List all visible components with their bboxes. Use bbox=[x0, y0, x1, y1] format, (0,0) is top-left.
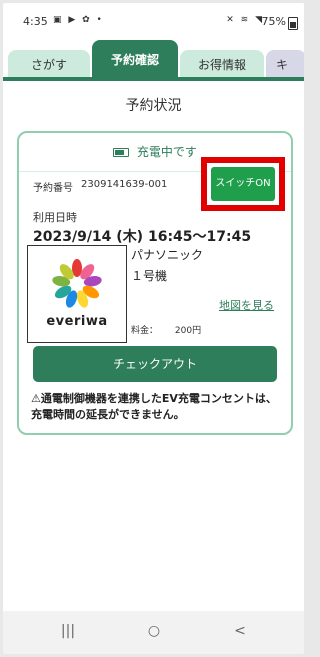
tab-reservation[interactable]: 予約確認 bbox=[92, 40, 178, 80]
signal-icons: ✕ ≋ ◥ bbox=[226, 15, 264, 25]
recent-apps-button[interactable]: ||| bbox=[53, 623, 83, 639]
status-bar: 4:35 ▣ ▶ ✿ • ✕ ≋ ◥ 75% bbox=[3, 3, 304, 39]
tab-search[interactable]: さがす bbox=[8, 50, 90, 80]
reservation-datetime: 2023/9/14 (木) 16:45～17:45 bbox=[33, 229, 252, 245]
tab-bar: さがす 予約確認 お得情報 キ bbox=[3, 40, 304, 80]
price-label: 料金： bbox=[131, 326, 159, 336]
status-time: 4:35 bbox=[23, 15, 48, 28]
reservation-number: 2309141639-001 bbox=[81, 179, 168, 190]
tab-underline bbox=[3, 77, 304, 81]
reservation-number-label: 予約番号 bbox=[33, 183, 73, 194]
charging-status-label: 充電中です bbox=[136, 145, 197, 159]
android-nav-bar: ||| ○ < bbox=[3, 611, 304, 654]
tab-deals[interactable]: お得情報 bbox=[180, 50, 264, 80]
view-map-link[interactable]: 地図を見る bbox=[219, 297, 274, 313]
tab-more-label: キ bbox=[276, 58, 289, 72]
everiwa-logo: everiwa bbox=[27, 245, 127, 343]
datetime-label: 利用日時 bbox=[33, 211, 77, 224]
logo-text: everiwa bbox=[46, 314, 108, 329]
everiwa-flower-icon bbox=[52, 259, 102, 308]
notification-icons: ▣ ▶ ✿ • bbox=[53, 15, 104, 25]
tab-more[interactable]: キ bbox=[266, 50, 304, 80]
switch-on-button[interactable]: スイッチON bbox=[211, 167, 275, 201]
checkout-button[interactable]: チェックアウト bbox=[33, 346, 277, 382]
price-row: 料金： 200円 bbox=[131, 323, 201, 336]
extension-warning: ⚠通電制御機器を連携したEV充電コンセントは、充電時間の延長ができません。 bbox=[31, 392, 277, 421]
phone-screen: 4:35 ▣ ▶ ✿ • ✕ ≋ ◥ 75% さがす 予約確認 お得情報 キ 予… bbox=[3, 3, 304, 654]
battery-percent: 75% bbox=[261, 15, 286, 28]
back-button[interactable]: < bbox=[225, 623, 255, 639]
charger-unit: １号機 bbox=[131, 269, 168, 283]
battery-icon bbox=[288, 17, 298, 30]
store-name: パナソニック bbox=[131, 248, 204, 262]
page-title: 予約状況 bbox=[125, 98, 182, 114]
battery-charging-icon bbox=[113, 148, 130, 157]
reservation-card: 充電中です 予約番号 2309141639-001 スイッチON 利用日時 20… bbox=[17, 131, 293, 435]
home-button[interactable]: ○ bbox=[139, 623, 169, 639]
price-value: 200円 bbox=[174, 326, 202, 336]
